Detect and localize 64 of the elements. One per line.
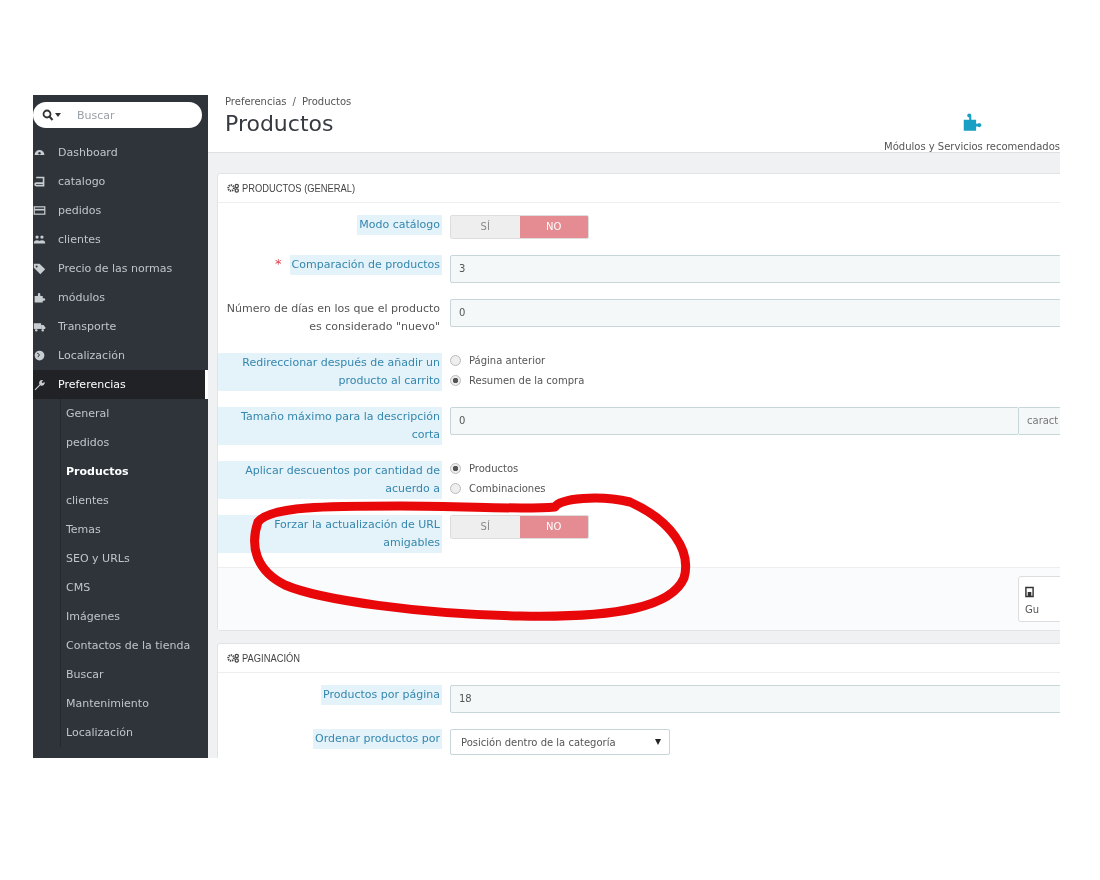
breadcrumb-link[interactable]: Preferencias — [225, 96, 287, 107]
radio-button[interactable] — [450, 483, 461, 494]
radio-label[interactable]: Resumen de la compra — [469, 375, 585, 386]
submenu-item[interactable]: clientes — [61, 486, 208, 515]
gears-icon — [227, 653, 240, 663]
required-mark: * — [275, 255, 282, 273]
people-icon — [33, 233, 46, 246]
gears-icon — [227, 183, 240, 193]
submenu-item[interactable]: Mantenimiento — [61, 689, 208, 718]
nav-item[interactable]: módulos — [33, 283, 208, 312]
panel-title: PRODUCTOS (GENERAL) — [242, 182, 356, 194]
input-field[interactable]: 18 — [450, 685, 1060, 713]
submenu-item[interactable]: pedidos — [61, 428, 208, 457]
radio-button[interactable] — [450, 355, 461, 366]
input-field[interactable]: 0 — [450, 407, 1019, 435]
submenu-item[interactable]: Imágenes — [61, 602, 208, 631]
save-button[interactable]: Gu — [1018, 576, 1060, 622]
radio-label[interactable]: Productos — [469, 463, 519, 474]
book-icon — [33, 175, 46, 188]
card-icon — [33, 204, 46, 217]
search-field[interactable]: Buscar — [67, 102, 202, 128]
nav-item[interactable]: clientes — [33, 225, 208, 254]
submenu-item[interactable]: Localización — [61, 718, 208, 747]
puzzle-icon — [33, 291, 46, 304]
nav-item[interactable]: pedidos — [33, 196, 208, 225]
nav-item[interactable]: Transporte — [33, 312, 208, 341]
submenu-item[interactable]: Contactos de la tienda — [61, 631, 208, 660]
caret-icon — [655, 739, 661, 745]
unit-addon: caract — [1019, 407, 1060, 435]
submenu-item[interactable]: CMS — [61, 573, 208, 602]
input-field[interactable]: 0 — [450, 299, 1060, 327]
breadcrumb-separator: / — [292, 96, 296, 107]
field-label: Forzar la actualización de URL amigables — [218, 515, 442, 553]
submenu-item[interactable]: Buscar — [61, 660, 208, 689]
nav-item[interactable]: catalogo — [33, 167, 208, 196]
submenu-item[interactable]: Productos — [61, 457, 208, 486]
nav-item[interactable]: Precio de las normas — [33, 254, 208, 283]
radio-label[interactable]: Página anterior — [469, 355, 546, 366]
field-label: Tamaño máximo para la descripción corta — [218, 407, 442, 445]
radio-label[interactable]: Combinaciones — [469, 483, 546, 494]
field-label: Ordenar productos por — [313, 729, 442, 749]
input-field[interactable]: 3 — [450, 255, 1060, 283]
nav-item[interactable]: Localización — [33, 341, 208, 370]
submenu-item[interactable]: General — [61, 399, 208, 428]
submenu-item[interactable]: SEO y URLs — [61, 544, 208, 573]
search-icon[interactable] — [33, 102, 67, 128]
field-label: Modo catálogo — [357, 215, 442, 235]
field-label: Comparación de productos — [289, 255, 442, 275]
truck-icon — [33, 320, 46, 333]
dropdown[interactable]: Posición dentro de la categoría — [450, 729, 670, 755]
radio-button[interactable] — [450, 463, 461, 474]
field-label: Número de días en los que el producto es considerado "nuevo" — [225, 301, 441, 335]
breadcrumb-link[interactable]: Productos — [301, 96, 352, 107]
field-label: Productos por página — [321, 685, 442, 705]
radio-button[interactable] — [450, 375, 461, 386]
nav-item[interactable]: Dashboard — [33, 138, 208, 167]
wrench-icon — [33, 378, 46, 391]
page-title: Productos — [225, 111, 335, 136]
nav-item[interactable]: Preferencias — [33, 370, 208, 399]
panel-title: PAGINACIÓN — [242, 652, 301, 664]
submenu-item[interactable]: Temas — [61, 515, 208, 544]
field-label: Aplicar descuentos por cantidad de acuerdo a — [218, 461, 442, 499]
field-label: Redireccionar después de añadir un producto al carrito — [218, 353, 442, 391]
toolbar-button[interactable]: Módulos y Servicios recomendados — [884, 110, 1060, 152]
